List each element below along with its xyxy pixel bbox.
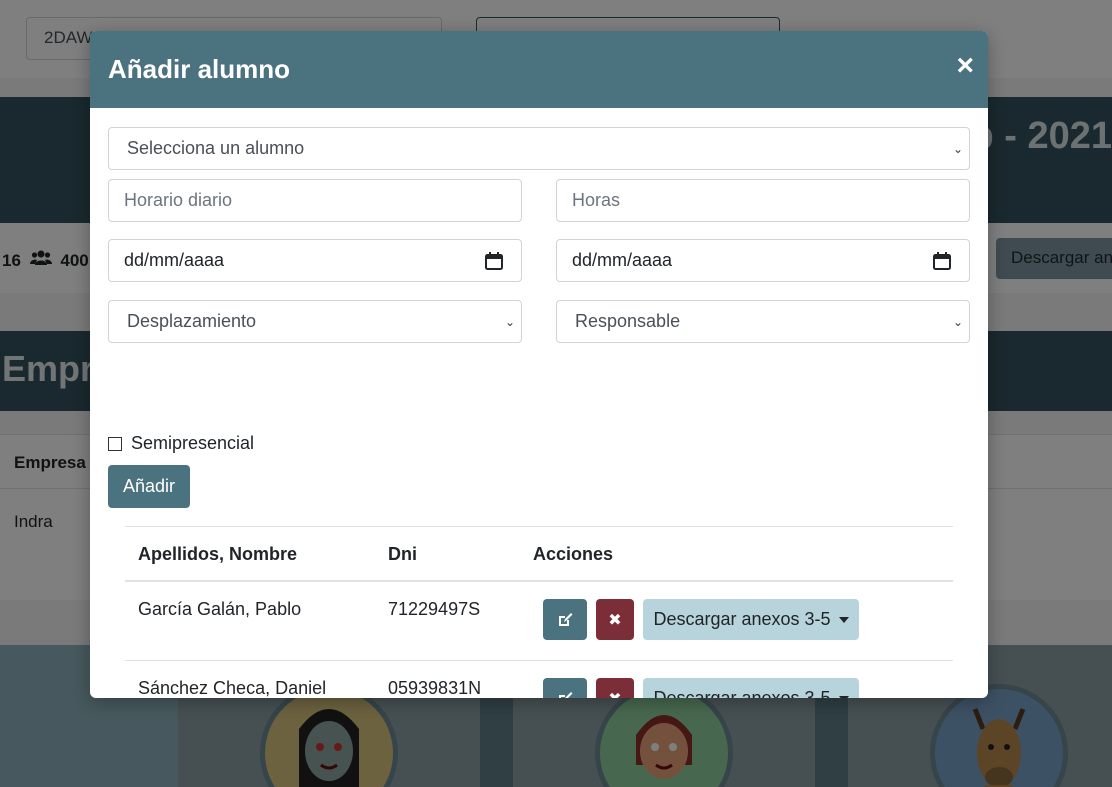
close-icon[interactable]: × — [956, 51, 974, 81]
hours-placeholder: Horas — [572, 190, 621, 210]
schedule-input[interactable]: Horario diario — [108, 179, 522, 222]
schedule-placeholder: Horario diario — [124, 190, 233, 210]
delete-button[interactable]: ✖ — [596, 599, 634, 640]
hours-input[interactable]: Horas — [556, 179, 970, 222]
edit-button[interactable] — [543, 599, 587, 640]
end-date-placeholder: dd/mm/aaaa — [572, 250, 673, 270]
caret-down-icon — [838, 695, 849, 698]
header-name: Apellidos, Nombre — [138, 544, 298, 564]
row-dni: 05939831N — [388, 678, 482, 698]
chevron-down-icon: ⌄ — [952, 141, 963, 156]
add-student-modal: Añadir alumno × Selecciona un alumno ⌄ H… — [90, 31, 988, 698]
semipresencial-row: Semipresencial — [108, 433, 254, 454]
travel-select[interactable]: Desplazamiento ⌄ — [108, 300, 522, 343]
caret-down-icon — [838, 616, 849, 623]
row-dni: 71229497S — [388, 599, 481, 619]
row-name: García Galán, Pablo — [138, 599, 302, 619]
add-button[interactable]: Añadir — [108, 465, 190, 508]
manager-select[interactable]: Responsable ⌄ — [556, 300, 970, 343]
close-x-icon: ✖ — [608, 611, 622, 629]
start-date-input[interactable]: dd/mm/aaaa — [108, 239, 522, 282]
modal-header: Añadir alumno × — [90, 31, 988, 108]
row-name: Sánchez Checa, Daniel — [138, 678, 327, 698]
header-actions: Acciones — [533, 544, 614, 564]
student-select-value: Selecciona un alumno — [127, 138, 305, 158]
chevron-down-icon: ⌄ — [504, 314, 515, 329]
download-annexes-label: Descargar anexos 3-5 — [653, 688, 831, 698]
student-select[interactable]: Selecciona un alumno ⌄ — [108, 127, 970, 170]
end-date-input[interactable]: dd/mm/aaaa — [556, 239, 970, 282]
download-annexes-label: Descargar anexos 3-5 — [653, 609, 831, 629]
modal-title: Añadir alumno — [108, 54, 291, 84]
chevron-down-icon: ⌄ — [952, 314, 963, 329]
start-date-placeholder: dd/mm/aaaa — [124, 250, 225, 270]
travel-select-value: Desplazamiento — [127, 311, 257, 331]
semipresencial-checkbox[interactable] — [108, 436, 122, 451]
delete-button[interactable]: ✖ — [596, 678, 634, 698]
edit-icon — [559, 691, 573, 698]
header-dni: Dni — [388, 544, 417, 564]
row-divider — [125, 660, 953, 661]
calendar-icon[interactable] — [485, 251, 503, 270]
calendar-icon[interactable] — [933, 251, 951, 270]
semipresencial-label[interactable]: Semipresencial — [131, 433, 254, 454]
edit-button[interactable] — [543, 678, 587, 698]
close-x-icon: ✖ — [608, 689, 621, 699]
download-annexes-button[interactable]: Descargar anexos 3-5 — [643, 599, 859, 640]
header-divider — [125, 580, 953, 582]
manager-select-value: Responsable — [575, 311, 681, 331]
table-top-border — [125, 526, 953, 527]
edit-icon — [559, 612, 573, 626]
download-annexes-button[interactable]: Descargar anexos 3-5 — [643, 678, 859, 698]
